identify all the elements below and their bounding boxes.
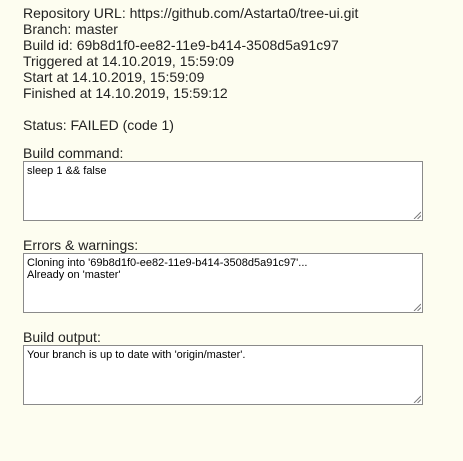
build-command-textarea[interactable]: sleep 1 && false <box>24 162 422 220</box>
output-section: Build output: Your branch is up to date … <box>23 329 423 405</box>
build-command-label: Build command: <box>23 145 124 161</box>
build-status: Status: FAILED (code 1) <box>23 117 174 133</box>
resize-grip-icon[interactable] <box>413 211 421 219</box>
resize-grip-icon[interactable] <box>413 303 421 311</box>
build-command-section: Build command: sleep 1 && false <box>23 145 423 221</box>
triggered-at: Triggered at 14.10.2019, 15:59:09 <box>23 53 235 69</box>
errors-section: Errors & warnings: Cloning into '69b8d1f… <box>23 237 423 313</box>
repository-url: Repository URL: https://github.com/Astar… <box>23 5 359 21</box>
build-command-box: sleep 1 && false <box>23 161 423 221</box>
resize-grip-icon[interactable] <box>413 395 421 403</box>
build-id: Build id: 69b8d1f0-ee82-11e9-b414-3508d5… <box>23 37 339 53</box>
errors-box: Cloning into '69b8d1f0-ee82-11e9-b414-35… <box>23 253 423 313</box>
output-label: Build output: <box>23 329 101 345</box>
errors-textarea[interactable]: Cloning into '69b8d1f0-ee82-11e9-b414-35… <box>24 254 422 312</box>
output-textarea[interactable]: Your branch is up to date with 'origin/m… <box>24 346 422 404</box>
start-at: Start at 14.10.2019, 15:59:09 <box>23 69 205 85</box>
branch: Branch: master <box>23 21 118 37</box>
finished-at: Finished at 14.10.2019, 15:59:12 <box>23 85 228 101</box>
errors-label: Errors & warnings: <box>23 237 139 253</box>
build-details: Repository URL: https://github.com/Astar… <box>23 5 423 405</box>
output-box: Your branch is up to date with 'origin/m… <box>23 345 423 405</box>
